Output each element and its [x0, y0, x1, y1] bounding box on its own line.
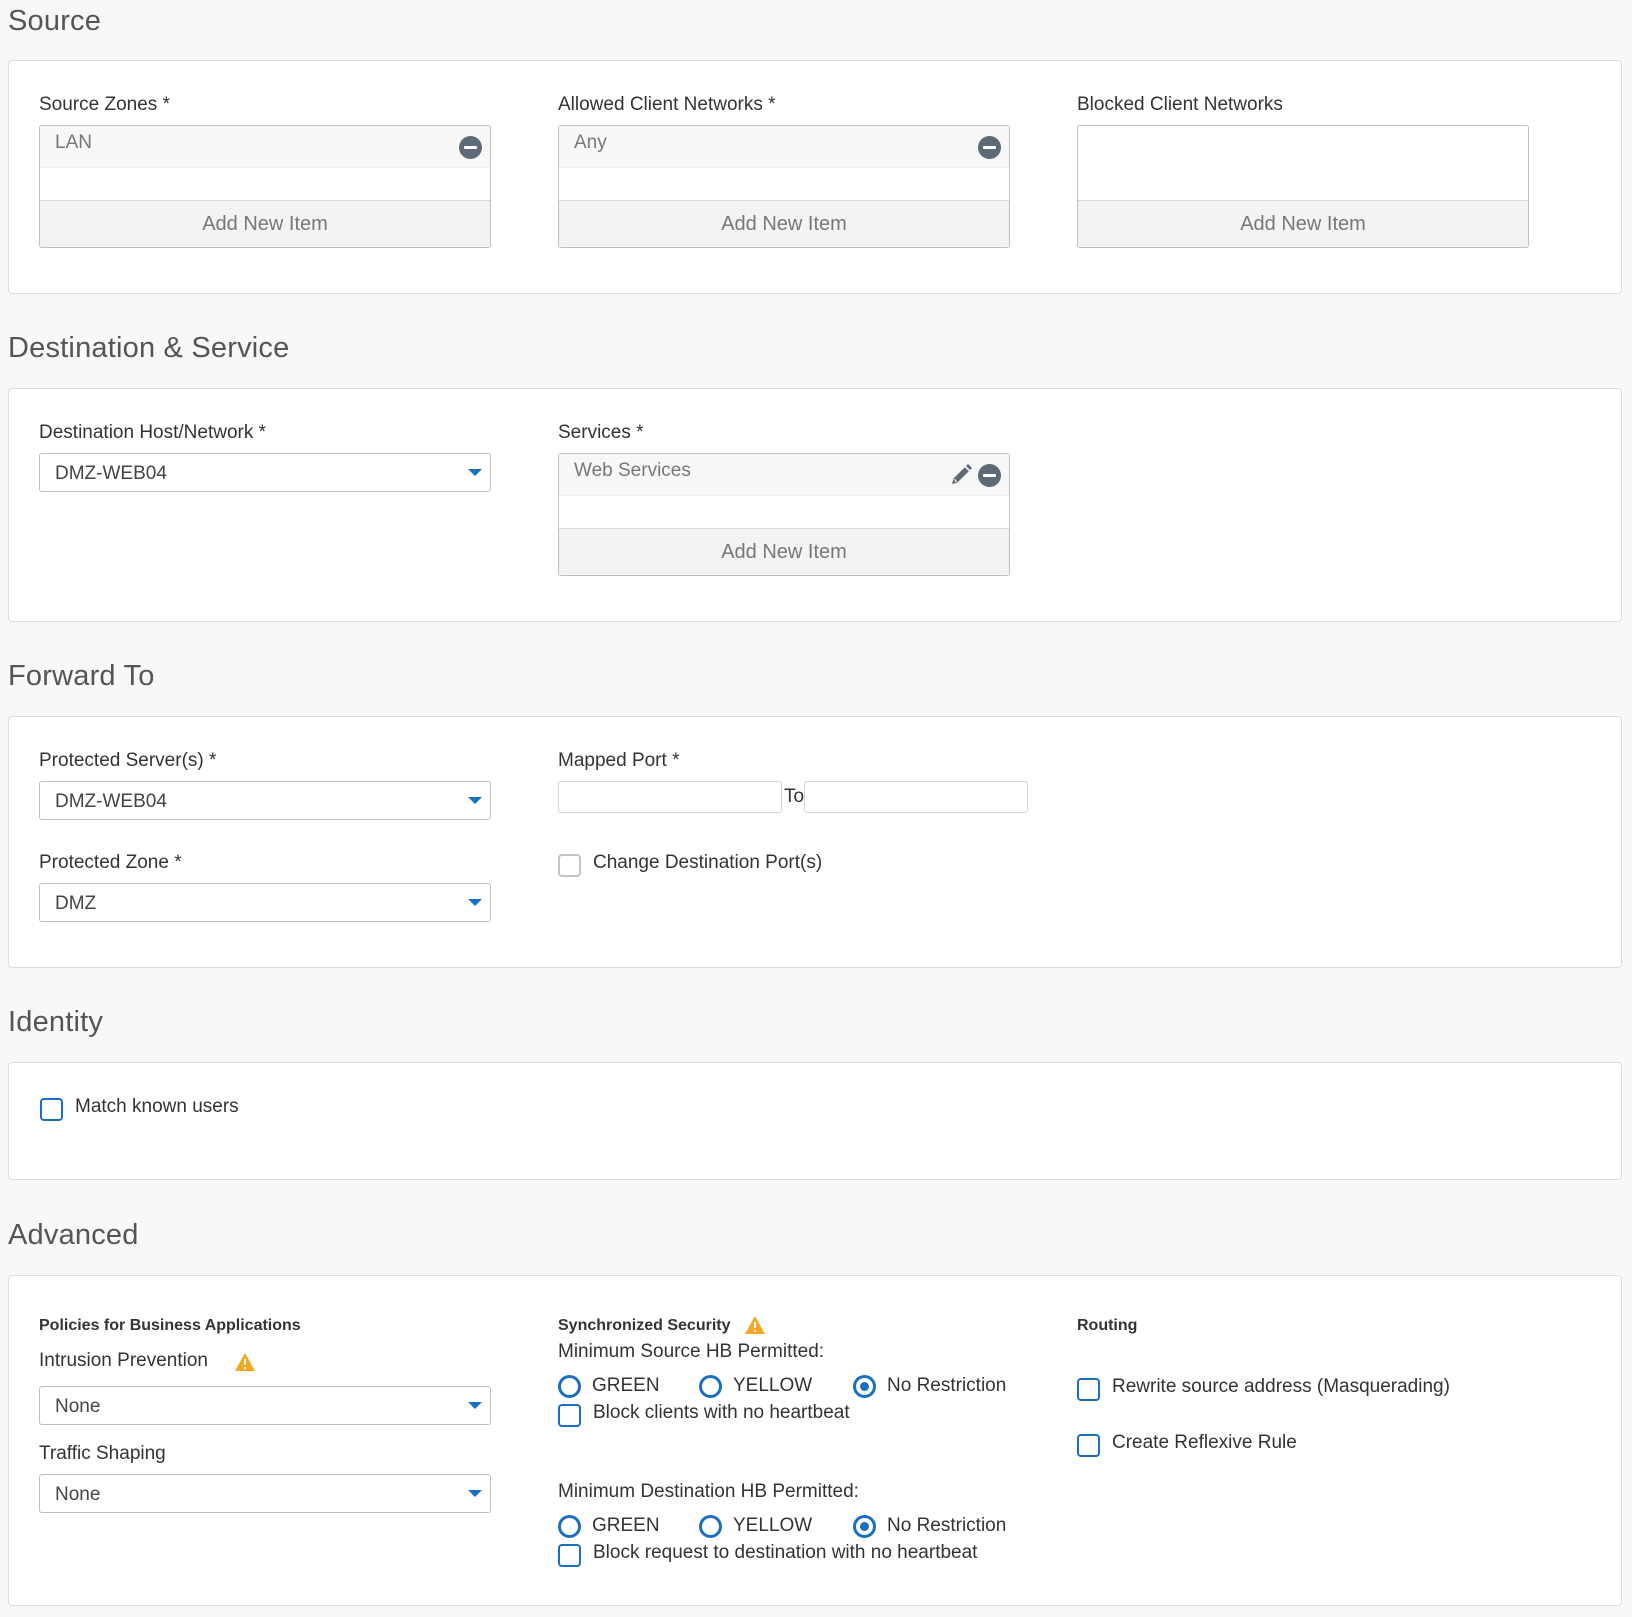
remove-icon[interactable] [978, 136, 1001, 159]
mapped-port-to-input[interactable] [804, 781, 1028, 813]
blocked-networks-list: Add New Item [1077, 125, 1529, 248]
radio-label: No Restriction [887, 1515, 1007, 1536]
destination-host-label: Destination Host/Network * [39, 422, 267, 443]
identity-panel: Match known users [8, 1062, 1622, 1180]
select-value: None [55, 1484, 101, 1505]
source-zones-label: Source Zones * [39, 94, 170, 115]
source-hb-green-radio[interactable] [558, 1375, 581, 1398]
remove-icon[interactable] [978, 464, 1001, 487]
chevron-down-icon [468, 797, 482, 804]
section-title-forward: Forward To [8, 660, 155, 692]
radio-label: GREEN [592, 1515, 660, 1536]
radio-label: GREEN [592, 1375, 660, 1396]
intrusion-prevention-select[interactable]: None [39, 1386, 491, 1425]
change-destination-port-label: Change Destination Port(s) [593, 852, 823, 873]
chevron-down-icon [468, 1402, 482, 1409]
policies-heading: Policies for Business Applications [39, 1317, 301, 1334]
match-known-users-checkbox[interactable] [40, 1098, 63, 1121]
masquerading-label: Rewrite source address (Masquerading) [1112, 1376, 1450, 1397]
radio-label: No Restriction [887, 1375, 1007, 1396]
services-list: Web Services Add New Item [558, 453, 1010, 576]
traffic-shaping-select[interactable]: None [39, 1474, 491, 1513]
reflexive-rule-checkbox[interactable] [1077, 1434, 1100, 1457]
destination-panel: Destination Host/Network * DMZ-WEB04 Ser… [8, 388, 1622, 622]
advanced-panel: Policies for Business Applications Intru… [8, 1275, 1622, 1606]
masquerading-checkbox[interactable] [1077, 1378, 1100, 1401]
select-value: DMZ-WEB04 [55, 791, 167, 812]
chevron-down-icon [468, 469, 482, 476]
list-item-label: Any [574, 132, 607, 153]
source-hb-no-restriction-radio[interactable] [853, 1375, 876, 1398]
select-value: None [55, 1396, 101, 1417]
section-title-source: Source [8, 5, 102, 37]
synchronized-security-heading: Synchronized Security [558, 1317, 731, 1334]
select-value: DMZ [55, 893, 97, 914]
dest-hb-no-restriction-radio[interactable] [853, 1515, 876, 1538]
warning-icon [235, 1353, 255, 1371]
chevron-down-icon [468, 1490, 482, 1497]
routing-heading: Routing [1077, 1317, 1138, 1334]
allowed-networks-list: Any Add New Item [558, 125, 1010, 248]
protected-servers-select[interactable]: DMZ-WEB04 [39, 781, 491, 820]
destination-host-select[interactable]: DMZ-WEB04 [39, 453, 491, 492]
allowed-networks-label: Allowed Client Networks * [558, 94, 776, 115]
list-item-label: LAN [55, 132, 92, 153]
section-title-identity: Identity [8, 1006, 104, 1038]
intrusion-prevention-label: Intrusion Prevention [39, 1350, 208, 1371]
list-item: Any [559, 126, 1009, 168]
section-title-advanced: Advanced [8, 1219, 139, 1251]
list-item: LAN [40, 126, 490, 168]
reflexive-rule-label: Create Reflexive Rule [1112, 1432, 1297, 1453]
protected-zone-select[interactable]: DMZ [39, 883, 491, 922]
add-new-item-button[interactable]: Add New Item [40, 200, 490, 247]
chevron-down-icon [468, 899, 482, 906]
block-clients-no-heartbeat-checkbox[interactable] [558, 1404, 581, 1427]
pencil-icon[interactable] [949, 463, 973, 487]
change-destination-port-checkbox[interactable] [558, 854, 581, 877]
block-clients-no-heartbeat-label: Block clients with no heartbeat [593, 1402, 850, 1423]
dest-hb-green-radio[interactable] [558, 1515, 581, 1538]
mapped-port-from-input[interactable] [558, 781, 782, 813]
block-dest-no-heartbeat-checkbox[interactable] [558, 1544, 581, 1567]
min-source-hb-label: Minimum Source HB Permitted: [558, 1341, 825, 1362]
mapped-port-to-label: To [784, 786, 805, 807]
block-dest-no-heartbeat-label: Block request to destination with no hea… [593, 1542, 978, 1563]
remove-icon[interactable] [459, 136, 482, 159]
list-item-label: Web Services [574, 460, 691, 481]
match-known-users-label: Match known users [75, 1096, 239, 1117]
source-panel: Source Zones * LAN Add New Item Allowed … [8, 60, 1622, 294]
radio-label: YELLOW [733, 1515, 813, 1536]
warning-icon [745, 1316, 765, 1334]
dest-hb-yellow-radio[interactable] [699, 1515, 722, 1538]
protected-zone-label: Protected Zone * [39, 852, 182, 873]
radio-label: YELLOW [733, 1375, 813, 1396]
mapped-port-label: Mapped Port * [558, 750, 680, 771]
section-title-destination: Destination & Service [8, 332, 290, 364]
protected-servers-label: Protected Server(s) * [39, 750, 217, 771]
add-new-item-button[interactable]: Add New Item [1078, 200, 1528, 247]
services-label: Services * [558, 422, 644, 443]
add-new-item-button[interactable]: Add New Item [559, 528, 1009, 575]
source-zones-list: LAN Add New Item [39, 125, 491, 248]
source-hb-yellow-radio[interactable] [699, 1375, 722, 1398]
min-destination-hb-label: Minimum Destination HB Permitted: [558, 1481, 859, 1502]
add-new-item-button[interactable]: Add New Item [559, 200, 1009, 247]
forward-panel: Protected Server(s) * DMZ-WEB04 Protecte… [8, 716, 1622, 968]
traffic-shaping-label: Traffic Shaping [39, 1443, 166, 1464]
select-value: DMZ-WEB04 [55, 463, 167, 484]
blocked-networks-label: Blocked Client Networks [1077, 94, 1283, 115]
list-item: Web Services [559, 454, 1009, 496]
